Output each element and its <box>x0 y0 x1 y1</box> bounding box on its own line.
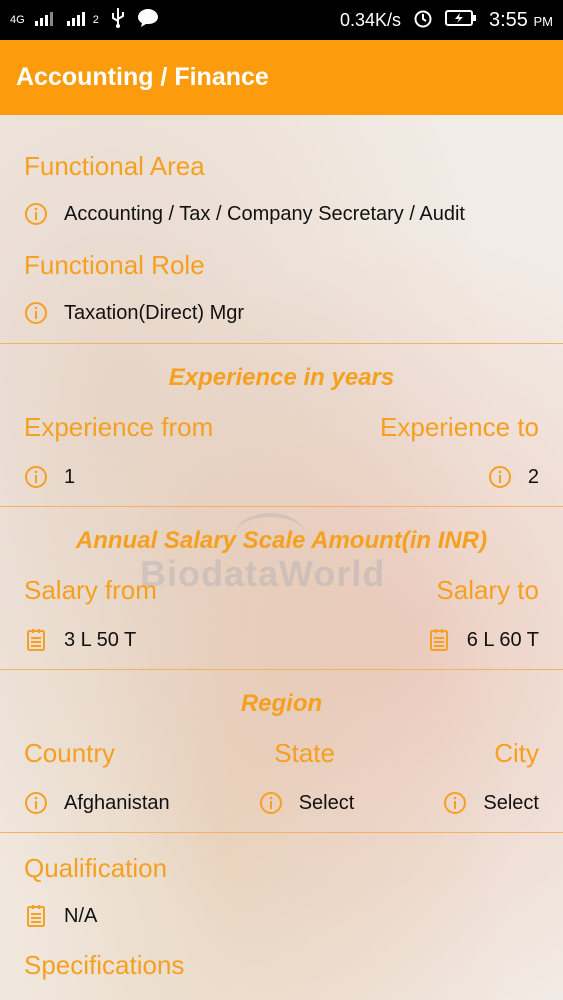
info-circle-icon <box>24 465 48 489</box>
salary-to-value: 6 L 60 T <box>466 628 539 651</box>
page-title: Accounting / Finance <box>16 63 269 91</box>
clock-time: 3:55 <box>489 8 528 31</box>
notepad-icon <box>24 628 48 652</box>
salary-from-value: 3 L 50 T <box>64 628 137 651</box>
experience-values: 1 2 <box>24 465 539 506</box>
salary-section: Annual Salary Scale Amount(in INR) Salar… <box>0 507 563 669</box>
region-title: Region <box>240 690 323 717</box>
experience-from-label: Experience from <box>24 412 214 442</box>
chat-notification-icon <box>137 8 159 33</box>
functional-role-label: Functional Role <box>24 250 205 280</box>
experience-from-value: 1 <box>64 465 76 488</box>
country-row[interactable]: Afghanistan <box>24 791 170 815</box>
info-circle-icon <box>24 202 48 226</box>
experience-to-value: 2 <box>527 465 539 488</box>
qualification-row: N/A <box>24 904 539 928</box>
info-circle-icon <box>24 301 48 325</box>
clock-ampm: PM <box>533 13 554 29</box>
state-label: State <box>274 738 335 768</box>
qualification-label: Qualification <box>24 853 168 883</box>
region-values: Afghanistan Select Select <box>24 791 539 832</box>
city-value: Select <box>483 791 539 814</box>
functional-role-row: Taxation(Direct) Mgr <box>24 301 539 343</box>
salary-from-label: Salary from <box>24 575 157 605</box>
sim2-label: 2 <box>92 13 99 26</box>
usb-icon <box>109 7 127 33</box>
info-circle-icon <box>259 791 283 815</box>
app-bar: Accounting / Finance <box>0 40 563 115</box>
functional-area-row: Accounting / Tax / Company Secretary / A… <box>24 202 539 226</box>
battery-charging-icon <box>445 9 477 32</box>
experience-section: Experience in years Experience from Expe… <box>0 344 563 506</box>
alarm-icon <box>413 8 433 33</box>
notepad-icon <box>24 904 48 928</box>
clock: 3:55 PM <box>489 9 553 32</box>
experience-to-label: Experience to <box>380 412 539 442</box>
functional-section: Functional Area Accounting / Tax / Compa… <box>0 115 563 343</box>
info-circle-icon <box>443 791 467 815</box>
salary-to-row: 6 L 60 T <box>427 628 539 652</box>
experience-from-row: 1 <box>24 465 75 489</box>
functional-area-value: Accounting / Tax / Company Secretary / A… <box>64 202 465 225</box>
country-value: Afghanistan <box>64 791 170 814</box>
signal-sim2-icon <box>66 10 93 31</box>
job-details-content[interactable]: BiodataWorld Functional Area Accounting … <box>0 115 563 1000</box>
salary-title: Annual Salary Scale Amount(in INR) <box>75 527 488 554</box>
salary-to-label: Salary to <box>436 575 539 605</box>
salary-from-row: 3 L 50 T <box>24 628 136 652</box>
salary-labels: Salary from Salary to <box>24 575 539 606</box>
specifications-label: Specifications <box>24 950 185 980</box>
city-label: City <box>494 738 539 768</box>
network-type-label: 4G <box>10 13 25 26</box>
region-section: Region Country State City Afghanistan Se… <box>0 670 563 832</box>
signal-sim1-icon <box>34 10 57 31</box>
city-row[interactable]: Select <box>443 791 539 815</box>
experience-labels: Experience from Experience to <box>24 412 539 443</box>
state-row[interactable]: Select <box>259 791 355 815</box>
notepad-icon <box>427 628 451 652</box>
state-value: Select <box>298 791 355 814</box>
region-labels: Country State City <box>24 738 539 769</box>
qualification-value: N/A <box>64 904 98 927</box>
qualification-section: Qualification N/A Specifications <box>0 833 563 981</box>
network-speed: 0.34K/s <box>339 9 401 30</box>
salary-values: 3 L 50 T 6 L 60 T <box>24 628 539 669</box>
functional-area-label: Functional Area <box>24 151 205 181</box>
info-circle-icon <box>24 791 48 815</box>
country-label: Country <box>24 738 116 768</box>
functional-role-value: Taxation(Direct) Mgr <box>64 301 245 324</box>
info-circle-icon <box>488 465 512 489</box>
status-bar: 4G 2 0.34K/s 3:55 PM <box>0 0 563 40</box>
experience-to-row: 2 <box>488 465 539 489</box>
experience-title: Experience in years <box>168 364 395 391</box>
